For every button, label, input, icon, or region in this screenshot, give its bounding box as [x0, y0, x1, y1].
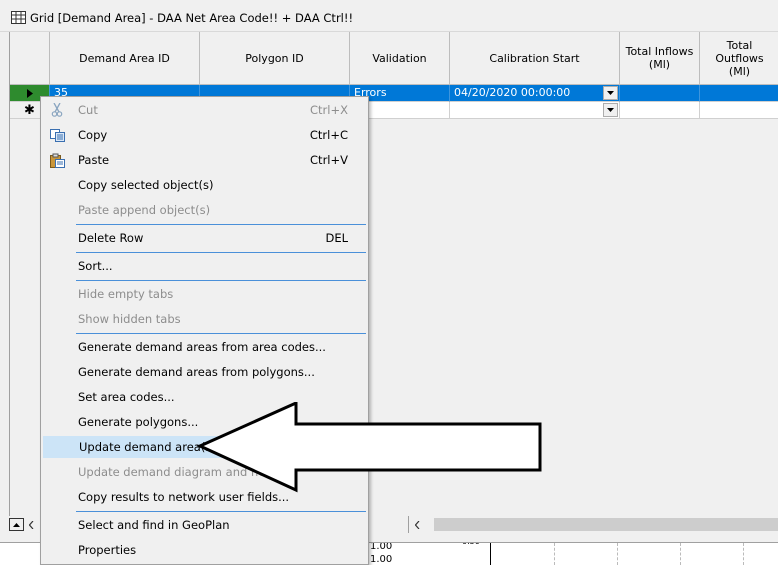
- cell-calibration-start[interactable]: [450, 102, 620, 119]
- menu-item-sort[interactable]: Sort...: [43, 255, 366, 277]
- menu-item-label: Show hidden tabs: [78, 312, 181, 326]
- menu-separator: [76, 511, 366, 512]
- menu-item-label: Set area codes...: [78, 390, 175, 404]
- menu-item-paste-append-objects[interactable]: Paste append object(s): [43, 199, 366, 221]
- grid-header-row: Demand Area ID Polygon ID Validation Cal…: [10, 32, 778, 85]
- column-header-total-outflows[interactable]: Total Outflows (Ml): [700, 32, 778, 85]
- chevron-down-icon: [607, 91, 614, 95]
- menu-item-cut[interactable]: Cut Ctrl+X: [43, 99, 366, 121]
- menu-separator: [76, 224, 366, 225]
- menu-separator: [76, 280, 366, 281]
- cell-total-inflows[interactable]: [620, 85, 700, 102]
- cell-total-inflows[interactable]: [620, 102, 700, 119]
- context-menu: Cut Ctrl+X Copy Ctrl+C Paste Ctrl+V Copy…: [40, 96, 369, 565]
- menu-item-copy[interactable]: Copy Ctrl+C: [43, 124, 366, 146]
- screen: 1.00 1.00 0.50 Grid [Demand Area] - DAA …: [0, 0, 778, 565]
- menu-item-copy-selected-objects[interactable]: Copy selected object(s): [43, 174, 366, 196]
- scroll-left-button[interactable]: [24, 516, 40, 533]
- cell-total-outflows[interactable]: [700, 85, 778, 102]
- column-header-demand-area-id[interactable]: Demand Area ID: [50, 32, 200, 85]
- menu-item-label: Copy: [78, 128, 108, 142]
- scrollbar-track[interactable]: [426, 516, 778, 533]
- arrow-up-icon: [12, 522, 20, 527]
- axis-line: [490, 543, 491, 565]
- axis-value: 1.00: [370, 554, 393, 565]
- column-header-total-inflows[interactable]: Total Inflows (Ml): [620, 32, 700, 85]
- menu-item-label: Generate demand areas from polygons...: [78, 365, 315, 379]
- dropdown-button[interactable]: [603, 86, 618, 100]
- new-row-asterisk-icon: ✱: [24, 102, 35, 118]
- menu-item-shortcut: Ctrl+V: [310, 153, 348, 167]
- chevron-left-icon: [415, 520, 420, 529]
- column-header-calibration-start[interactable]: Calibration Start: [450, 32, 620, 85]
- menu-item-label: Paste append object(s): [78, 203, 211, 217]
- menu-item-label: Paste: [78, 153, 110, 167]
- menu-item-select-find-geoplan[interactable]: Select and find in GeoPlan: [43, 514, 366, 536]
- menu-item-label: Generate demand areas from area codes...: [78, 340, 326, 354]
- paste-icon: [49, 152, 65, 168]
- menu-item-label: Sort...: [78, 259, 113, 273]
- gridline: [680, 543, 681, 565]
- menu-separator: [76, 252, 366, 253]
- cell-calibration-start[interactable]: 04/20/2020 00:00:00: [450, 85, 620, 102]
- window-title: Grid [Demand Area] - DAA Net Area Code!!…: [30, 11, 354, 25]
- menu-item-label: Hide empty tabs: [78, 287, 174, 301]
- menu-item-generate-from-area-codes[interactable]: Generate demand areas from area codes...: [43, 336, 366, 358]
- chevron-down-icon: [607, 108, 614, 112]
- annotation-arrow-icon: [196, 402, 542, 493]
- menu-item-properties[interactable]: Properties: [43, 539, 366, 561]
- dropdown-button[interactable]: [603, 103, 618, 117]
- menu-separator: [76, 333, 366, 334]
- menu-item-delete-row[interactable]: Delete Row DEL: [43, 227, 366, 249]
- header-line: Outflows: [715, 51, 764, 65]
- gridline: [743, 543, 744, 565]
- menu-item-label: Select and find in GeoPlan: [78, 518, 230, 532]
- menu-item-hide-empty-tabs[interactable]: Hide empty tabs: [43, 283, 366, 305]
- menu-item-shortcut: Ctrl+C: [309, 128, 348, 142]
- left-pane-hscrollbar[interactable]: [0, 516, 40, 533]
- title-bar: Grid [Demand Area] - DAA Net Area Code!!…: [0, 0, 778, 32]
- column-header-validation[interactable]: Validation: [350, 32, 450, 85]
- scroll-up-button[interactable]: [9, 518, 24, 531]
- menu-item-shortcut: Ctrl+X: [310, 103, 348, 117]
- scissors-icon: [49, 102, 65, 118]
- chevron-left-icon: [29, 520, 34, 529]
- menu-item-paste[interactable]: Paste Ctrl+V: [43, 149, 366, 171]
- header-line: Total Inflows: [625, 45, 694, 58]
- menu-item-shortcut: DEL: [325, 231, 348, 245]
- header-line: (Ml): [728, 64, 751, 78]
- scrollbar-thumb[interactable]: [434, 518, 778, 531]
- gridline: [617, 543, 618, 565]
- row-header-corner[interactable]: [10, 32, 50, 85]
- grid-icon: [11, 11, 26, 24]
- menu-item-show-hidden-tabs[interactable]: Show hidden tabs: [43, 308, 366, 330]
- menu-item-label: Delete Row: [78, 231, 144, 245]
- calibration-start-value: 04/20/2020 00:00:00: [454, 86, 571, 99]
- column-header-polygon-id[interactable]: Polygon ID: [200, 32, 350, 85]
- cell-total-outflows[interactable]: [700, 102, 778, 119]
- copy-icon: [49, 127, 65, 143]
- menu-item-label: Properties: [78, 543, 137, 557]
- menu-item-label: Cut: [78, 103, 98, 117]
- scroll-left-button[interactable]: [409, 516, 426, 533]
- current-row-arrow-icon: [26, 88, 33, 98]
- gridline: [554, 543, 555, 565]
- right-pane-hscrollbar[interactable]: [408, 516, 778, 533]
- header-line: Total: [726, 38, 753, 52]
- header-line: (Ml): [648, 58, 671, 71]
- menu-item-label: Copy selected object(s): [78, 178, 214, 192]
- menu-item-label: Generate polygons...: [78, 415, 199, 429]
- menu-item-generate-from-polygons[interactable]: Generate demand areas from polygons...: [43, 361, 366, 383]
